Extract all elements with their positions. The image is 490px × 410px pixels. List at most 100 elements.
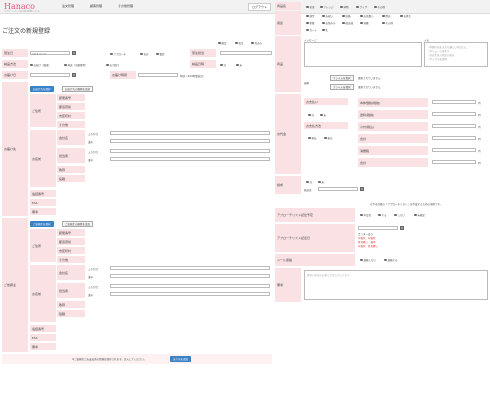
total-input[interactable]: [432, 136, 476, 140]
method-transfer[interactable]: 振込: [324, 136, 333, 140]
note-label: 備考: [30, 208, 56, 216]
subtotal-input[interactable]: [432, 124, 476, 128]
time-hint: 時頃（※24時間表記）: [180, 75, 206, 78]
file-button-1[interactable]: ファイルを選択: [330, 75, 354, 81]
person-kana-input[interactable]: [110, 149, 270, 153]
memo-textarea[interactable]: ・季節の花を入れた優しい色合いに ・ボリューム多めで ・花は生花で指定の色を ・…: [424, 42, 488, 67]
city-label: 市区町村: [57, 247, 85, 255]
nav-customers[interactable]: 顧客管理: [90, 4, 102, 8]
company-label: 会社名: [57, 130, 85, 146]
billing-yes[interactable]: 済: [306, 180, 312, 184]
type-other[interactable]: その他: [374, 5, 385, 9]
delivery-time-input[interactable]: [138, 73, 178, 77]
person-label: 担当者: [57, 283, 85, 299]
mail-label: メール連絡: [275, 254, 355, 266]
status-prospect[interactable]: 見込み: [251, 41, 262, 45]
billing-no[interactable]: 未: [318, 180, 324, 184]
phone-label: 電話番号: [30, 190, 56, 198]
note-label: 備考: [30, 343, 56, 351]
inspect-label: 納品日時: [190, 60, 216, 68]
person-label: 担当者: [57, 148, 85, 164]
city-label: 市区町村: [57, 112, 85, 120]
submit-button[interactable]: 送り先を追加: [170, 356, 192, 362]
pref-label: 都道府県: [57, 238, 85, 246]
mail-no[interactable]: 連絡しない: [360, 258, 376, 262]
company-kanji-input[interactable]: [110, 139, 270, 143]
other-label: その他: [57, 256, 85, 264]
price-section-label: お代金: [275, 94, 301, 174]
orderer-name-label: お名前: [30, 265, 56, 323]
ship-date-input[interactable]: [318, 187, 358, 191]
tax-input[interactable]: [432, 148, 476, 152]
reception-date-label: 受注日: [2, 49, 28, 57]
image-label: 画像: [304, 82, 310, 85]
remark-textarea[interactable]: 請求の予定のお知らせ記入が入ります: [304, 270, 488, 300]
reception-date-input[interactable]: 2018-07-21: [31, 53, 47, 56]
tax-label: 消費税: [358, 146, 428, 156]
mail-yes[interactable]: 連絡する: [384, 258, 398, 262]
status-confirmed[interactable]: 確定: [218, 41, 227, 45]
method-label: 納品方法: [2, 60, 28, 68]
orderer-company-kanji[interactable]: [110, 274, 270, 278]
source-approach[interactable]: アプローチ: [110, 52, 126, 56]
orderer-person-kanji[interactable]: [110, 292, 270, 296]
total-label: 合計: [358, 134, 428, 144]
page-title: ご注文の新規登録: [2, 28, 51, 35]
payment-method-label: お支払方法: [304, 122, 348, 130]
purpose-label: 用途: [275, 11, 301, 35]
base-price-input[interactable]: [432, 100, 476, 104]
type-pot[interactable]: 鉢物: [340, 5, 349, 9]
approach2-input[interactable]: [358, 226, 398, 230]
fax-label: FAX: [30, 199, 56, 207]
position-label: 役職: [57, 310, 85, 318]
inspect-done[interactable]: 済: [220, 63, 226, 67]
method-pickup[interactable]: お引取り: [106, 63, 120, 67]
orderer-person-kana[interactable]: [110, 284, 270, 288]
delivery-date-input[interactable]: [30, 73, 70, 77]
calendar-icon[interactable]: [360, 187, 364, 191]
other-label: その他: [57, 121, 85, 129]
person-kanji-input[interactable]: [110, 157, 270, 161]
name-label: お名前: [30, 130, 56, 188]
orderer-company-kana[interactable]: [110, 266, 270, 270]
billing-label: 請求: [275, 176, 301, 194]
inspect-pending[interactable]: 未: [236, 63, 242, 67]
base-price-label: 本体価格(税抜): [358, 98, 428, 108]
paid-yes[interactable]: 済: [308, 113, 314, 117]
calendar-icon[interactable]: [72, 73, 76, 77]
method-shipping[interactable]: 発送（宅配便等）: [64, 63, 88, 67]
orderer-history-button[interactable]: ご依頼主の履歴を追加: [62, 221, 94, 227]
approach-hint: 以下は任意の「アプローチリスト」を作成するための項目です。: [370, 203, 443, 206]
company-label: 会社名: [57, 265, 85, 281]
select-delivery-button[interactable]: お届け先を選択: [30, 86, 54, 92]
calendar-icon[interactable]: [72, 51, 76, 55]
shipping-input[interactable]: [432, 112, 476, 116]
source-phone[interactable]: 電話: [156, 52, 165, 56]
method-later[interactable]: 後払: [308, 136, 317, 140]
select-orderer-button[interactable]: ご依頼主を選択: [30, 221, 54, 227]
type-preserved[interactable]: プリザ: [356, 5, 367, 9]
file-button-2[interactable]: ファイルを選択: [330, 84, 354, 90]
delivery-history-button[interactable]: お届け先の履歴を追加: [62, 86, 94, 92]
status-tentative[interactable]: 仮注: [235, 41, 244, 45]
nav-orders[interactable]: 注文管理: [62, 4, 74, 8]
delivery-section-label: お届け先: [2, 82, 28, 216]
type-bouquet[interactable]: 花束: [306, 5, 315, 9]
subtotal-label: 小計(税込): [358, 122, 428, 132]
phone-label: 電話番号: [30, 325, 56, 333]
logout-button[interactable]: ログアウト: [248, 3, 272, 11]
staff-input[interactable]: [220, 51, 272, 55]
product-type-label: 商品名: [275, 2, 301, 10]
method-delivery[interactable]: お届け（配達）: [30, 63, 51, 67]
calendar-icon[interactable]: [400, 226, 404, 230]
grand-total-input[interactable]: [432, 160, 476, 164]
company-kana-input[interactable]: [110, 131, 270, 135]
nav-other[interactable]: その他管理: [118, 4, 133, 8]
source-visit[interactable]: 来店: [140, 52, 149, 56]
paid-no[interactable]: 未: [320, 113, 326, 117]
type-arrange[interactable]: アレンジ: [320, 5, 334, 9]
grand-total-label: 合計: [358, 158, 428, 168]
kana-label: ふりがな: [88, 268, 99, 271]
message-textarea[interactable]: [304, 42, 422, 67]
kana-label: ふりがな: [88, 151, 99, 154]
